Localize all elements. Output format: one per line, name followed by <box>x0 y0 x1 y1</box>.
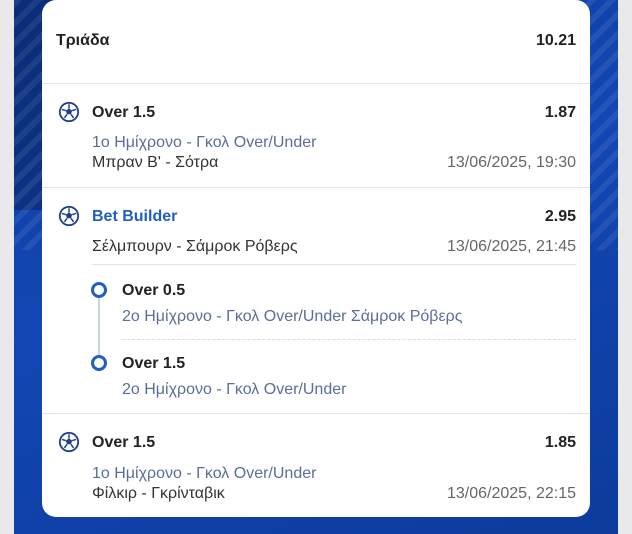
selection-pick: Over 1.5 <box>92 104 156 121</box>
divider <box>42 187 590 188</box>
leg-divider <box>122 339 576 340</box>
leg-marker-icon <box>91 355 107 371</box>
selection-odds: 1.85 <box>544 434 576 451</box>
selection-market: 1ο Ημίχρονο - Γκολ Over/Under <box>92 465 317 482</box>
leg-marker-icon <box>91 282 107 298</box>
selection-event: Φίλκιρ - Γκρίνταβικ <box>92 485 225 502</box>
legs-connector <box>98 297 100 363</box>
selection-pick: Over 1.5 <box>92 434 156 451</box>
bet-type-label: Τριάδα <box>56 32 110 49</box>
selection-market: 1ο Ημίχρονο - Γκολ Over/Under <box>92 134 317 151</box>
football-icon <box>58 205 80 227</box>
football-icon <box>58 101 80 123</box>
selection-datetime: 13/06/2025, 19:30 <box>446 154 576 171</box>
leg-market: 2ο Ημίχρονο - Γκολ Over/Under Σάμροκ Ρόβ… <box>122 308 463 325</box>
selection-event: Σέλμπουρν - Σάμροκ Ρόβερς <box>92 238 298 255</box>
betslip-card: Τριάδα 10.21 Over 1.5 1.87 1ο Ημίχρονο -… <box>42 0 590 517</box>
total-odds: 10.21 <box>535 32 576 49</box>
leg-market: 2ο Ημίχρονο - Γκολ Over/Under <box>122 381 347 398</box>
football-icon <box>58 431 80 453</box>
divider <box>92 264 576 265</box>
selection-datetime: 13/06/2025, 22:15 <box>446 485 576 502</box>
selection-odds: 1.87 <box>544 104 576 121</box>
leg-pick: Over 0.5 <box>122 282 186 299</box>
selection-odds: 2.95 <box>544 208 576 225</box>
selection-datetime: 13/06/2025, 21:45 <box>446 238 576 255</box>
selection-event: Μπραν Β' - Σότρα <box>92 154 219 171</box>
divider <box>42 83 590 84</box>
divider <box>42 413 590 414</box>
bet-builder-label: Bet Builder <box>92 208 178 225</box>
leg-pick: Over 1.5 <box>122 355 186 372</box>
